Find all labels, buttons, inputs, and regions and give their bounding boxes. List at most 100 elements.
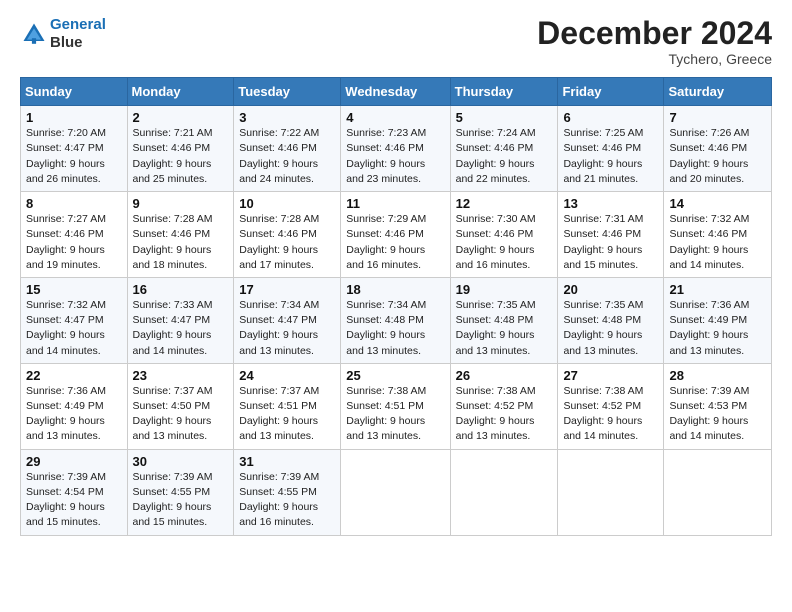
calendar-cell: 13 Sunrise: 7:31 AMSunset: 4:46 PMDaylig…: [558, 192, 664, 278]
day-info: Sunrise: 7:30 AMSunset: 4:46 PMDaylight:…: [456, 213, 536, 271]
day-info: Sunrise: 7:39 AMSunset: 4:54 PMDaylight:…: [26, 471, 106, 529]
calendar-cell: 15 Sunrise: 7:32 AMSunset: 4:47 PMDaylig…: [21, 277, 128, 363]
calendar-cell: 4 Sunrise: 7:23 AMSunset: 4:46 PMDayligh…: [341, 106, 450, 192]
day-info: Sunrise: 7:34 AMSunset: 4:48 PMDaylight:…: [346, 299, 426, 357]
day-info: Sunrise: 7:33 AMSunset: 4:47 PMDaylight:…: [133, 299, 213, 357]
day-info: Sunrise: 7:37 AMSunset: 4:51 PMDaylight:…: [239, 385, 319, 443]
weekday-header-thursday: Thursday: [450, 78, 558, 106]
day-number: 1: [26, 110, 122, 125]
day-number: 29: [26, 454, 122, 469]
day-number: 9: [133, 196, 229, 211]
logo-line2: Blue: [50, 34, 83, 51]
calendar-cell: 18 Sunrise: 7:34 AMSunset: 4:48 PMDaylig…: [341, 277, 450, 363]
calendar-cell: 28 Sunrise: 7:39 AMSunset: 4:53 PMDaylig…: [664, 363, 772, 449]
calendar-week-4: 22 Sunrise: 7:36 AMSunset: 4:49 PMDaylig…: [21, 363, 772, 449]
day-info: Sunrise: 7:23 AMSunset: 4:46 PMDaylight:…: [346, 127, 426, 185]
title-area: December 2024 Tychero, Greece: [537, 16, 772, 67]
day-info: Sunrise: 7:22 AMSunset: 4:46 PMDaylight:…: [239, 127, 319, 185]
calendar-cell: 23 Sunrise: 7:37 AMSunset: 4:50 PMDaylig…: [127, 363, 234, 449]
day-number: 8: [26, 196, 122, 211]
calendar-cell: 9 Sunrise: 7:28 AMSunset: 4:46 PMDayligh…: [127, 192, 234, 278]
day-number: 31: [239, 454, 335, 469]
calendar-week-3: 15 Sunrise: 7:32 AMSunset: 4:47 PMDaylig…: [21, 277, 772, 363]
calendar-cell: 8 Sunrise: 7:27 AMSunset: 4:46 PMDayligh…: [21, 192, 128, 278]
calendar-cell: 1 Sunrise: 7:20 AMSunset: 4:47 PMDayligh…: [21, 106, 128, 192]
day-number: 11: [346, 196, 444, 211]
day-number: 7: [669, 110, 766, 125]
calendar-table: SundayMondayTuesdayWednesdayThursdayFrid…: [20, 77, 772, 535]
day-info: Sunrise: 7:21 AMSunset: 4:46 PMDaylight:…: [133, 127, 213, 185]
day-info: Sunrise: 7:34 AMSunset: 4:47 PMDaylight:…: [239, 299, 319, 357]
calendar-cell: [450, 449, 558, 535]
calendar-cell: 2 Sunrise: 7:21 AMSunset: 4:46 PMDayligh…: [127, 106, 234, 192]
logo-line1: General: [50, 16, 106, 33]
day-number: 13: [563, 196, 658, 211]
calendar-cell: 10 Sunrise: 7:28 AMSunset: 4:46 PMDaylig…: [234, 192, 341, 278]
calendar-cell: 16 Sunrise: 7:33 AMSunset: 4:47 PMDaylig…: [127, 277, 234, 363]
day-number: 24: [239, 368, 335, 383]
day-info: Sunrise: 7:31 AMSunset: 4:46 PMDaylight:…: [563, 213, 643, 271]
day-info: Sunrise: 7:25 AMSunset: 4:46 PMDaylight:…: [563, 127, 643, 185]
day-number: 25: [346, 368, 444, 383]
day-info: Sunrise: 7:26 AMSunset: 4:46 PMDaylight:…: [669, 127, 749, 185]
location: Tychero, Greece: [537, 51, 772, 67]
day-number: 16: [133, 282, 229, 297]
day-number: 15: [26, 282, 122, 297]
weekday-header-wednesday: Wednesday: [341, 78, 450, 106]
day-number: 14: [669, 196, 766, 211]
day-number: 18: [346, 282, 444, 297]
day-number: 21: [669, 282, 766, 297]
day-number: 17: [239, 282, 335, 297]
calendar-cell: 20 Sunrise: 7:35 AMSunset: 4:48 PMDaylig…: [558, 277, 664, 363]
calendar-page: General Blue December 2024 Tychero, Gree…: [0, 0, 792, 612]
day-info: Sunrise: 7:27 AMSunset: 4:46 PMDaylight:…: [26, 213, 106, 271]
calendar-week-1: 1 Sunrise: 7:20 AMSunset: 4:47 PMDayligh…: [21, 106, 772, 192]
day-number: 28: [669, 368, 766, 383]
day-info: Sunrise: 7:38 AMSunset: 4:51 PMDaylight:…: [346, 385, 426, 443]
weekday-header-saturday: Saturday: [664, 78, 772, 106]
day-number: 10: [239, 196, 335, 211]
day-number: 12: [456, 196, 553, 211]
weekday-header-friday: Friday: [558, 78, 664, 106]
calendar-cell: 24 Sunrise: 7:37 AMSunset: 4:51 PMDaylig…: [234, 363, 341, 449]
day-info: Sunrise: 7:39 AMSunset: 4:55 PMDaylight:…: [239, 471, 319, 529]
day-number: 3: [239, 110, 335, 125]
day-number: 6: [563, 110, 658, 125]
weekday-header-row: SundayMondayTuesdayWednesdayThursdayFrid…: [21, 78, 772, 106]
calendar-week-5: 29 Sunrise: 7:39 AMSunset: 4:54 PMDaylig…: [21, 449, 772, 535]
day-info: Sunrise: 7:37 AMSunset: 4:50 PMDaylight:…: [133, 385, 213, 443]
day-info: Sunrise: 7:28 AMSunset: 4:46 PMDaylight:…: [133, 213, 213, 271]
day-info: Sunrise: 7:28 AMSunset: 4:46 PMDaylight:…: [239, 213, 319, 271]
day-number: 19: [456, 282, 553, 297]
day-number: 5: [456, 110, 553, 125]
calendar-cell: 29 Sunrise: 7:39 AMSunset: 4:54 PMDaylig…: [21, 449, 128, 535]
logo-text: General Blue: [50, 16, 106, 52]
calendar-cell: 17 Sunrise: 7:34 AMSunset: 4:47 PMDaylig…: [234, 277, 341, 363]
day-info: Sunrise: 7:29 AMSunset: 4:46 PMDaylight:…: [346, 213, 426, 271]
calendar-cell: [558, 449, 664, 535]
day-info: Sunrise: 7:39 AMSunset: 4:53 PMDaylight:…: [669, 385, 749, 443]
calendar-cell: 21 Sunrise: 7:36 AMSunset: 4:49 PMDaylig…: [664, 277, 772, 363]
day-number: 23: [133, 368, 229, 383]
weekday-header-monday: Monday: [127, 78, 234, 106]
calendar-week-2: 8 Sunrise: 7:27 AMSunset: 4:46 PMDayligh…: [21, 192, 772, 278]
calendar-cell: 12 Sunrise: 7:30 AMSunset: 4:46 PMDaylig…: [450, 192, 558, 278]
weekday-header-tuesday: Tuesday: [234, 78, 341, 106]
day-info: Sunrise: 7:38 AMSunset: 4:52 PMDaylight:…: [456, 385, 536, 443]
day-info: Sunrise: 7:39 AMSunset: 4:55 PMDaylight:…: [133, 471, 213, 529]
calendar-cell: 5 Sunrise: 7:24 AMSunset: 4:46 PMDayligh…: [450, 106, 558, 192]
calendar-cell: 26 Sunrise: 7:38 AMSunset: 4:52 PMDaylig…: [450, 363, 558, 449]
calendar-cell: 14 Sunrise: 7:32 AMSunset: 4:46 PMDaylig…: [664, 192, 772, 278]
day-number: 30: [133, 454, 229, 469]
day-info: Sunrise: 7:38 AMSunset: 4:52 PMDaylight:…: [563, 385, 643, 443]
day-info: Sunrise: 7:35 AMSunset: 4:48 PMDaylight:…: [456, 299, 536, 357]
day-number: 4: [346, 110, 444, 125]
logo: General Blue: [20, 16, 106, 52]
calendar-cell: 30 Sunrise: 7:39 AMSunset: 4:55 PMDaylig…: [127, 449, 234, 535]
calendar-cell: [341, 449, 450, 535]
logo-icon: [20, 20, 48, 48]
day-number: 2: [133, 110, 229, 125]
calendar-cell: [664, 449, 772, 535]
calendar-cell: 31 Sunrise: 7:39 AMSunset: 4:55 PMDaylig…: [234, 449, 341, 535]
calendar-cell: 25 Sunrise: 7:38 AMSunset: 4:51 PMDaylig…: [341, 363, 450, 449]
